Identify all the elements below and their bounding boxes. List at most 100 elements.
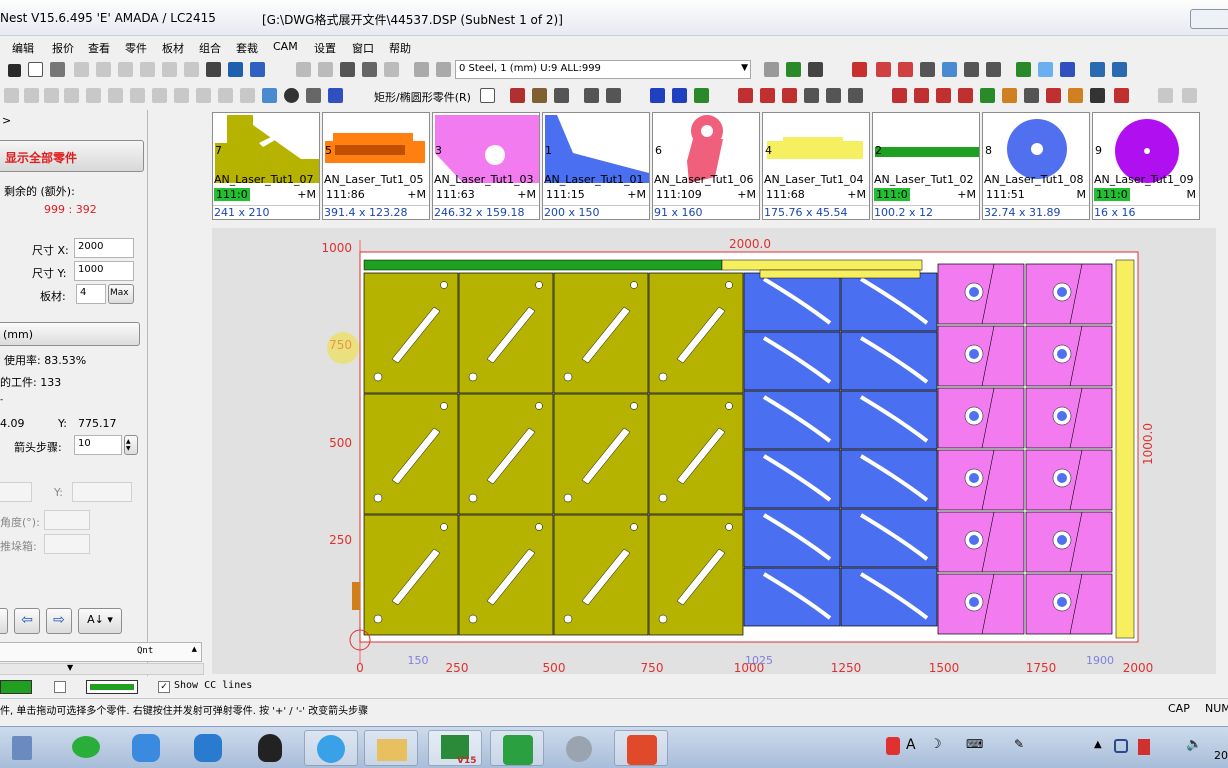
arrow-step-input[interactable]: 10 <box>74 435 122 455</box>
dropdown-tool-icon[interactable] <box>606 88 621 103</box>
save-icon[interactable] <box>8 64 21 77</box>
hammer-icon[interactable] <box>1090 88 1105 103</box>
menu-nest[interactable]: 套裁 <box>236 40 258 56</box>
tag-icon[interactable] <box>584 88 599 103</box>
prev-partial-button[interactable] <box>0 608 8 634</box>
color-swatch-green[interactable] <box>0 680 32 694</box>
menu-window[interactable]: 窗口 <box>352 40 374 56</box>
size-y-input[interactable]: 1000 <box>74 261 134 281</box>
sheet-icon[interactable] <box>414 62 429 77</box>
select-icon[interactable] <box>262 88 277 103</box>
lead-icon[interactable] <box>694 88 709 103</box>
browser-taskbar-icon[interactable] <box>304 730 358 766</box>
microjoint-icon[interactable] <box>738 88 753 103</box>
redo-icon[interactable] <box>184 62 199 77</box>
zoom-icon[interactable] <box>920 62 935 77</box>
menu-cam[interactable]: CAM <box>273 40 298 53</box>
mirror-icon[interactable] <box>196 88 211 103</box>
menu-edit[interactable]: 编辑 <box>12 40 34 56</box>
delete-icon[interactable] <box>140 62 155 77</box>
part-card-02[interactable]: 2 AN_Laser_Tut1_02 111:0 +M 100.2 x 12 <box>872 112 980 220</box>
info-icon[interactable] <box>764 62 779 77</box>
corner2-icon[interactable] <box>108 88 123 103</box>
move-left-icon[interactable] <box>44 88 59 103</box>
sort-button[interactable]: A↓ ▾ <box>78 608 122 634</box>
shield-icon[interactable] <box>1114 739 1128 753</box>
menu-help[interactable]: 帮助 <box>389 40 411 56</box>
array2-icon[interactable] <box>240 88 255 103</box>
dots-settings-icon[interactable] <box>328 88 343 103</box>
show-cc-lines-checkbox[interactable]: ✓ <box>158 681 170 693</box>
scroll-up-icon[interactable]: ▲ <box>192 645 197 653</box>
move-down-icon[interactable] <box>4 88 19 103</box>
qq-taskbar-icon[interactable] <box>244 730 298 766</box>
ime-mode-icon[interactable]: A <box>906 737 916 753</box>
paste-icon[interactable] <box>118 62 133 77</box>
moon-icon[interactable]: ☽ <box>930 737 942 752</box>
print-icon[interactable] <box>50 62 65 77</box>
part-card-01[interactable]: 1 AN_Laser_Tut1_01 111:15 +M 200 x 150 <box>542 112 650 220</box>
edit-icon[interactable] <box>306 88 321 103</box>
pan-icon[interactable] <box>942 62 957 77</box>
layout-icon[interactable] <box>1182 88 1197 103</box>
left-arrow-icon[interactable]: ⇦ <box>14 608 40 634</box>
volume-icon[interactable]: 🔈 <box>1186 737 1202 752</box>
x-input-disabled[interactable] <box>0 482 32 502</box>
sheet-props-icon[interactable] <box>436 62 451 77</box>
pen-icon[interactable] <box>852 62 867 77</box>
layers-icon[interactable] <box>250 62 265 77</box>
cut-icon[interactable] <box>74 62 89 77</box>
frame-icon[interactable] <box>554 88 569 103</box>
flag-icon[interactable] <box>340 62 355 77</box>
size-x-input[interactable]: 2000 <box>74 238 134 258</box>
menu-sheet[interactable]: 板材 <box>162 40 184 56</box>
sheet-select[interactable]: 0 Steel, 1 (mm) U:9 ALL:999 ▼ <box>455 60 751 79</box>
grid-view-icon[interactable] <box>1016 62 1031 77</box>
part-card-08[interactable]: 8 AN_Laser_Tut1_08 111:51 M 32.74 x 31.8… <box>982 112 1090 220</box>
part-card-07[interactable]: 7 AN_Laser_Tut1_07 111:0 +M 241 x 210 <box>212 112 320 220</box>
gear-icon[interactable] <box>980 88 995 103</box>
minimize-button[interactable] <box>1190 9 1228 29</box>
copy-icon[interactable] <box>96 62 111 77</box>
unit-button[interactable]: (mm) <box>0 322 140 346</box>
rotate-icon[interactable] <box>174 88 189 103</box>
keyboard-icon[interactable]: ⌨ <box>966 737 983 751</box>
plate-input[interactable]: 4 <box>76 284 106 304</box>
sequence-icon[interactable] <box>848 88 863 103</box>
zoom-window-icon[interactable] <box>876 62 891 77</box>
grid-icon[interactable] <box>206 62 221 77</box>
align-left-icon[interactable] <box>130 88 145 103</box>
align-right-icon[interactable] <box>152 88 167 103</box>
ime-icon[interactable] <box>886 737 900 755</box>
nest-v15-taskbar-icon[interactable]: V15 <box>428 730 482 766</box>
settings-icon[interactable] <box>1090 62 1105 77</box>
network-icon[interactable] <box>1138 739 1150 755</box>
nest-tool-icon[interactable] <box>808 62 823 77</box>
file-explorer-taskbar-icon[interactable] <box>364 730 418 766</box>
dft-icon[interactable] <box>936 88 951 103</box>
calculator-taskbar-icon[interactable] <box>0 730 40 766</box>
chart-icon[interactable] <box>1068 88 1083 103</box>
part-card-09[interactable]: 9 AN_Laser_Tut1_09 111:0 M 16 x 16 <box>1092 112 1200 220</box>
right-arrow-icon[interactable]: ⇨ <box>46 608 72 634</box>
menu-view[interactable]: 查看 <box>88 40 110 56</box>
stack-input[interactable] <box>44 534 90 554</box>
cut-tool-icon[interactable] <box>510 88 525 103</box>
nc-icon[interactable] <box>892 88 907 103</box>
menu-quote[interactable]: 报价 <box>52 40 74 56</box>
zoom-in-icon[interactable] <box>964 62 979 77</box>
speaker-app-taskbar-icon[interactable] <box>552 730 606 766</box>
menu-combine[interactable]: 组合 <box>199 40 221 56</box>
play-icon[interactable] <box>650 88 665 103</box>
copy-sheet-icon[interactable] <box>384 62 399 77</box>
part-card-06[interactable]: 6 AN_Laser_Tut1_06 111:109 +M 91 x 160 <box>652 112 760 220</box>
rect-parts-label[interactable]: 矩形/椭圆形零件(R) <box>374 89 471 105</box>
photos-taskbar-icon[interactable] <box>120 730 174 766</box>
part-card-03[interactable]: 3 AN_Laser_Tut1_03 111:63 +M 246.32 x 15… <box>432 112 540 220</box>
align-icon[interactable] <box>1060 62 1075 77</box>
remove-icon[interactable] <box>760 88 775 103</box>
move-up-icon[interactable] <box>24 88 39 103</box>
security-taskbar-icon[interactable] <box>182 730 236 766</box>
arrow-step-spinner[interactable]: ▲ ▼ <box>124 435 138 455</box>
checkbox-unchecked[interactable] <box>54 681 66 693</box>
